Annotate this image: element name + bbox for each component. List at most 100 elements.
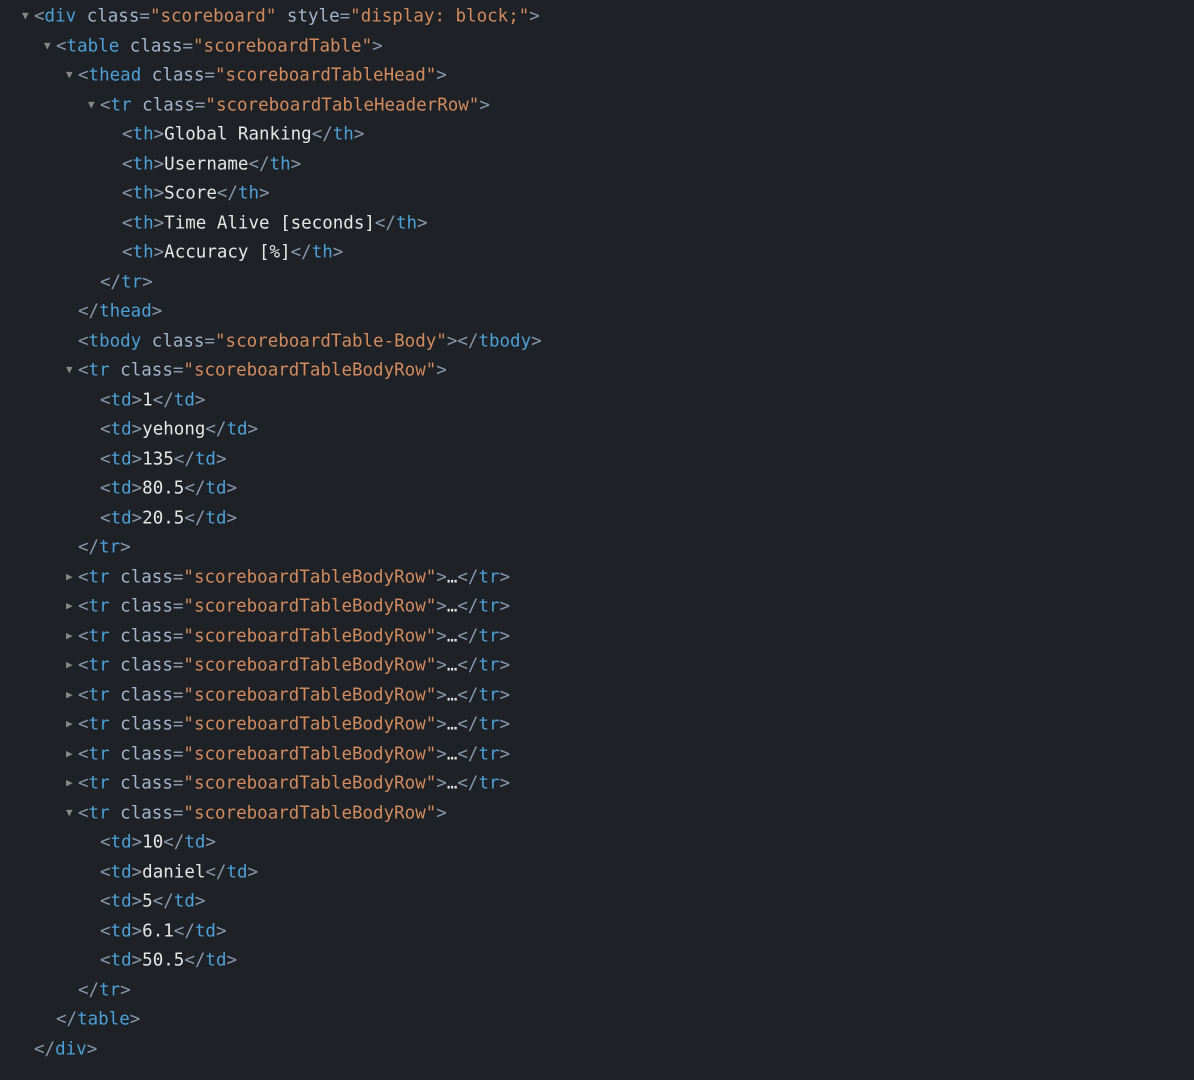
caret-spacer (110, 237, 122, 266)
text-content: daniel (142, 862, 205, 882)
node-td: <td>50.5</td> (0, 946, 1194, 976)
node-close-table: </table> (0, 1005, 1194, 1035)
caret-spacer (88, 916, 100, 945)
tag-name: tr (121, 272, 142, 292)
node-body-row: <tr class="scoreboardTableBodyRow"> (0, 799, 1194, 829)
tag-name: td (205, 951, 226, 971)
ellipsis: … (447, 626, 458, 646)
tag-name: tr (478, 715, 499, 735)
caret-spacer (88, 473, 100, 502)
attr-value: "scoreboardTableBodyRow" (183, 361, 436, 381)
ellipsis: … (447, 715, 458, 735)
node-header-row: <tr class="scoreboardTableHeaderRow"> (0, 91, 1194, 121)
text-content: Global Ranking (164, 125, 312, 145)
caret-spacer (88, 503, 100, 532)
tag-name: thead (89, 66, 142, 86)
tag-name: td (195, 449, 216, 469)
tag-name: tr (89, 774, 110, 794)
node-td: <td>135</td> (0, 445, 1194, 475)
caret-spacer (88, 945, 100, 974)
tag-name: tr (89, 803, 110, 823)
node-close-tr: </tr> (0, 976, 1194, 1006)
tag-name: th (333, 125, 354, 145)
tag-name: th (133, 125, 154, 145)
node-close-tr: </tr> (0, 268, 1194, 298)
attr-name: class (120, 685, 173, 705)
node-td: <td>10</td> (0, 828, 1194, 858)
node-body-row-collapsed: <tr class="scoreboardTableBodyRow">…</tr… (0, 740, 1194, 770)
tag-name: td (111, 508, 132, 528)
node-body-row-collapsed: <tr class="scoreboardTableBodyRow">…</tr… (0, 710, 1194, 740)
tag-name: td (111, 862, 132, 882)
text-content: 80.5 (142, 479, 184, 499)
tag-name: tbody (478, 331, 531, 351)
caret-spacer (66, 532, 78, 561)
expand-caret-icon[interactable] (66, 355, 78, 384)
expand-caret-icon[interactable] (66, 621, 78, 650)
attr-name: class (130, 36, 183, 56)
node-thead: <thead class="scoreboardTableHead"> (0, 61, 1194, 91)
expand-caret-icon[interactable] (88, 90, 100, 119)
tag-name: td (205, 508, 226, 528)
attr-name: class (120, 626, 173, 646)
text-content: 20.5 (142, 508, 184, 528)
caret-spacer (110, 208, 122, 237)
attr-name: class (120, 567, 173, 587)
text-content: Accuracy [%] (164, 243, 290, 263)
tag-name: tr (89, 744, 110, 764)
expand-caret-icon[interactable] (66, 798, 78, 827)
expand-caret-icon[interactable] (66, 60, 78, 89)
ellipsis: … (447, 567, 458, 587)
attr-name: class (120, 597, 173, 617)
tag-name: th (270, 154, 291, 174)
tag-name: td (174, 390, 195, 410)
caret-spacer (88, 827, 100, 856)
node-td: <td>1</td> (0, 386, 1194, 416)
expand-caret-icon[interactable] (66, 768, 78, 797)
tag-name: tr (478, 744, 499, 764)
text-content: 5 (142, 892, 153, 912)
expand-caret-icon[interactable] (22, 1, 34, 30)
expand-caret-icon[interactable] (66, 739, 78, 768)
tag-name: tr (111, 95, 132, 115)
expand-caret-icon[interactable] (44, 31, 56, 60)
expand-caret-icon[interactable] (66, 591, 78, 620)
tag-name: tr (478, 685, 499, 705)
expand-caret-icon[interactable] (66, 709, 78, 738)
expand-caret-icon[interactable] (66, 562, 78, 591)
tag-name: th (312, 243, 333, 263)
attr-value: "display: block;" (350, 7, 529, 27)
text-content: 6.1 (142, 921, 174, 941)
node-body-row-collapsed: <tr class="scoreboardTableBodyRow">…</tr… (0, 592, 1194, 622)
caret-spacer (88, 385, 100, 414)
tag-name: td (111, 951, 132, 971)
expand-caret-icon[interactable] (66, 650, 78, 679)
caret-spacer (88, 267, 100, 296)
tag-name: table (77, 1010, 130, 1030)
tag-name: th (238, 184, 259, 204)
node-body-row-collapsed: <tr class="scoreboardTableBodyRow">…</tr… (0, 622, 1194, 652)
caret-spacer (88, 414, 100, 443)
attr-name: class (152, 66, 205, 86)
attr-value: "scoreboardTableBodyRow" (183, 803, 436, 823)
caret-spacer (110, 119, 122, 148)
node-body-row: <tr class="scoreboardTableBodyRow"> (0, 356, 1194, 386)
node-td: <td>yehong</td> (0, 415, 1194, 445)
tag-name: td (226, 862, 247, 882)
attr-name: class (120, 774, 173, 794)
tag-name: td (111, 921, 132, 941)
text-content: Time Alive [seconds] (164, 213, 375, 233)
node-th: <th>Score</th> (0, 179, 1194, 209)
tag-name: td (111, 833, 132, 853)
tag-name: tr (99, 538, 120, 558)
tag-name: td (111, 449, 132, 469)
attr-value: "scoreboardTableBodyRow" (183, 597, 436, 617)
dom-inspector-tree[interactable]: <div class="scoreboard" style="display: … (0, 2, 1194, 1064)
tag-name: div (45, 7, 77, 27)
caret-spacer (110, 149, 122, 178)
tag-name: tr (478, 597, 499, 617)
attr-name: class (120, 715, 173, 735)
attr-value: "scoreboardTable" (193, 36, 372, 56)
expand-caret-icon[interactable] (66, 680, 78, 709)
ellipsis: … (447, 597, 458, 617)
